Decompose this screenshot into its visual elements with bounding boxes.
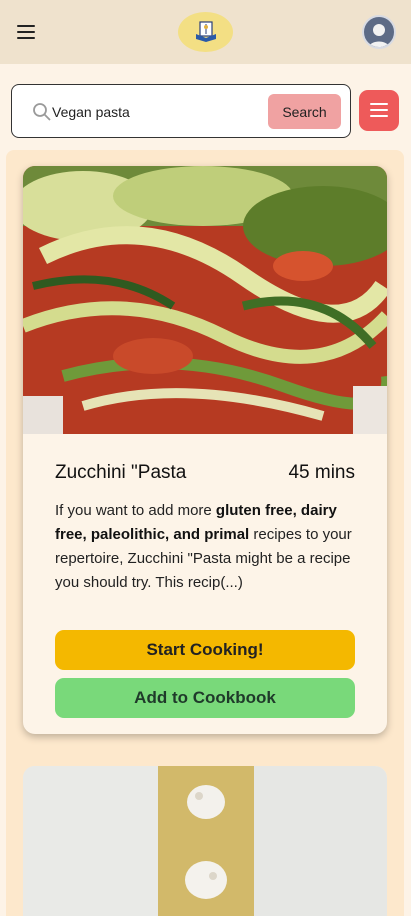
add-to-cookbook-button[interactable]: Add to Cookbook <box>55 678 355 718</box>
hamburger-filter-icon[interactable] <box>359 90 399 131</box>
description-text: If you want to add more <box>55 502 216 519</box>
recipe-title: Zucchini "Pasta <box>55 462 187 483</box>
recipe-description: If you want to add more gluten free, dai… <box>55 499 355 595</box>
recipe-image <box>23 166 387 434</box>
recipe-time: 45 mins <box>288 462 355 483</box>
search-button[interactable]: Search <box>268 94 341 129</box>
search-bar: Search <box>11 84 351 138</box>
search-icon <box>33 103 51 121</box>
book-logo-icon[interactable] <box>178 12 233 52</box>
user-avatar-icon[interactable] <box>362 15 396 49</box>
recipe-card: Zucchini "Pasta 45 mins If you want to a… <box>23 166 387 734</box>
top-bar <box>0 0 411 64</box>
search-input[interactable] <box>52 99 262 125</box>
recipe-image <box>23 766 387 916</box>
start-cooking-button[interactable]: Start Cooking! <box>55 630 355 670</box>
hamburger-menu-icon[interactable] <box>15 22 39 42</box>
recipe-card <box>23 766 387 916</box>
